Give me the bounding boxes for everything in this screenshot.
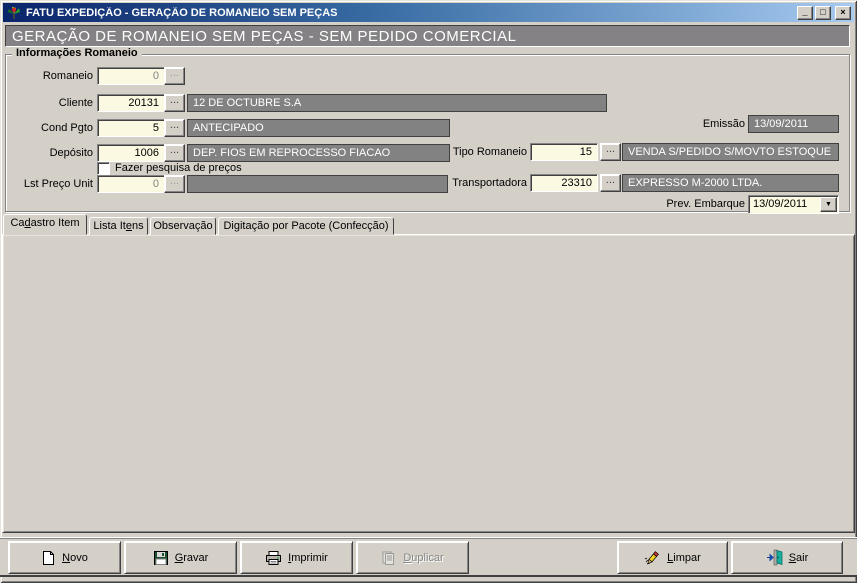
cliente-field[interactable]: 20131 [97,94,165,112]
eraser-pencil-icon [644,550,661,566]
duplicate-pages-icon [381,550,397,566]
transportadora-lookup-button[interactable]: ... [600,174,621,192]
cond-pgto-desc: ANTECIPADO [187,119,450,137]
new-document-icon [41,550,56,566]
minimize-button[interactable]: _ [797,6,813,20]
tab-digitacao-pacote-label: Digitação por Pacote (Confecção) [223,220,388,232]
printer-icon [265,550,282,566]
cond-pgto-label: Cond Pgto [10,119,93,137]
tipo-romaneio-label: Tipo Romaneio [440,143,527,161]
cond-pgto-field[interactable]: 5 [97,119,165,137]
imprimir-button[interactable]: Imprimir [240,541,353,574]
sair-button[interactable]: Sair [731,541,843,574]
tab-cadastro-item-label: Ca [10,217,24,229]
save-floppy-icon [153,550,169,566]
tab-sheet [2,234,855,533]
novo-label: Novo [62,552,88,564]
fazer-pesquisa-checkbox[interactable] [97,162,110,175]
tab-observacao[interactable]: Observação [150,217,216,235]
prev-embarque-value: 13/09/2011 [749,196,819,213]
window-title: FATU EXPEDIÇÃO - GERAÇÃO DE ROMANEIO SEM… [26,7,795,19]
transportadora-desc: EXPRESSO M-2000 LTDA. [622,174,839,192]
romaneio-lookup-button[interactable]: ... [164,67,185,85]
tipo-romaneio-desc: VENDA S/PEDIDO S/MOVTO ESTOQUE [622,143,839,161]
cliente-desc: 12 DE OCTUBRE S.A [187,94,607,112]
lst-preco-desc [187,175,448,193]
maximize-button[interactable]: □ [815,6,831,20]
lst-preco-field[interactable]: 0 [97,175,165,193]
title-bar: FATU EXPEDIÇÃO - GERAÇÃO DE ROMANEIO SEM… [3,3,854,22]
sair-label: Sair [789,552,809,564]
novo-button[interactable]: Novo [8,541,121,574]
tab-digitacao-pacote[interactable]: Digitação por Pacote (Confecção) [218,217,394,235]
tab-cadastro-item[interactable]: Cadastro Item [3,214,87,235]
cliente-label: Cliente [10,94,93,112]
tipo-romaneio-field[interactable]: 15 [530,143,598,161]
lst-preco-label: Lst Preço Unit [6,175,93,193]
gravar-button[interactable]: Gravar [124,541,237,574]
lst-preco-lookup-button[interactable]: ... [164,175,185,193]
imprimir-label: Imprimir [288,552,328,564]
duplicar-label: Duplicar [403,552,443,564]
cliente-lookup-button[interactable]: ... [164,94,185,112]
prev-embarque-combo[interactable]: 13/09/2011 ▼ [748,195,839,214]
close-button[interactable]: × [835,6,851,20]
duplicar-button: Duplicar [356,541,469,574]
romaneio-label: Romaneio [10,67,93,85]
deposito-label: Depósito [10,144,93,162]
limpar-button[interactable]: Limpar [617,541,728,574]
romaneio-field[interactable]: 0 [97,67,165,85]
app-icon [6,5,22,21]
tipo-romaneio-lookup-button[interactable]: ... [600,143,621,161]
transportadora-field[interactable]: 23310 [530,174,598,192]
group-informacoes-legend: Informações Romaneio [12,47,142,59]
tab-observacao-label: Observação [153,220,212,232]
tab-lista-itens[interactable]: Lista Itens [89,217,148,235]
exit-door-icon [766,549,783,566]
transportadora-label: Transportadora [445,174,527,192]
gravar-label: Gravar [175,552,209,564]
emissao-label: Emissão [645,115,745,133]
cond-pgto-lookup-button[interactable]: ... [164,119,185,137]
prev-embarque-dropdown-icon[interactable]: ▼ [820,197,837,212]
emissao-field: 13/09/2011 [748,115,839,133]
limpar-label: Limpar [667,552,701,564]
app-window: FATU EXPEDIÇÃO - GERAÇÃO DE ROMANEIO SEM… [0,0,857,583]
page-title: GERAÇÃO DE ROMANEIO SEM PEÇAS - SEM PEDI… [5,25,850,47]
prev-embarque-label: Prev. Embarque [640,195,745,213]
tab-lista-itens-label: Lista It [93,220,125,232]
